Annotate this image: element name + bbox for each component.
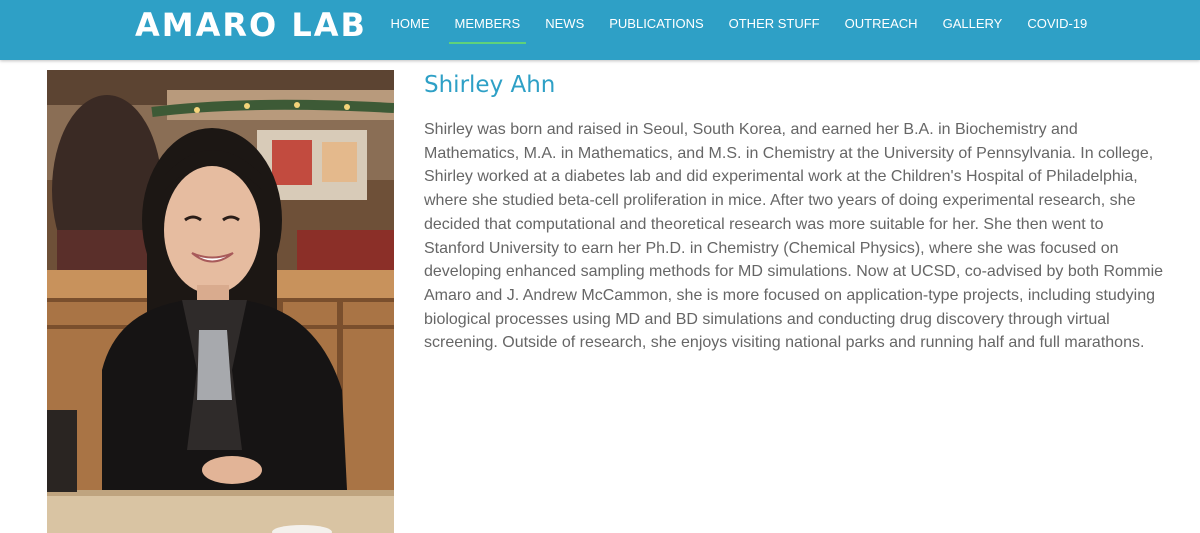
nav-item-home[interactable]: HOME	[378, 0, 442, 50]
member-name: Shirley Ahn	[424, 72, 556, 98]
member-portrait-image	[47, 70, 394, 533]
main-nav: HOME MEMBERS NEWS PUBLICATIONS OTHER STU…	[378, 0, 1100, 50]
nav-item-outreach[interactable]: OUTREACH	[832, 0, 930, 50]
nav-item-members[interactable]: MEMBERS	[442, 0, 533, 50]
site-logo[interactable]: AMARO LAB	[135, 5, 367, 45]
nav-item-covid-19[interactable]: COVID-19	[1015, 0, 1100, 50]
member-bio: Shirley was born and raised in Seoul, So…	[424, 121, 1164, 352]
nav-item-other-stuff[interactable]: OTHER STUFF	[716, 0, 832, 50]
nav-item-news[interactable]: NEWS	[533, 0, 597, 50]
nav-item-publications[interactable]: PUBLICATIONS	[597, 0, 716, 50]
site-header: AMARO LAB HOME MEMBERS NEWS PUBLICATIONS…	[0, 0, 1200, 60]
member-photo	[47, 70, 394, 533]
nav-item-gallery[interactable]: GALLERY	[930, 0, 1015, 50]
